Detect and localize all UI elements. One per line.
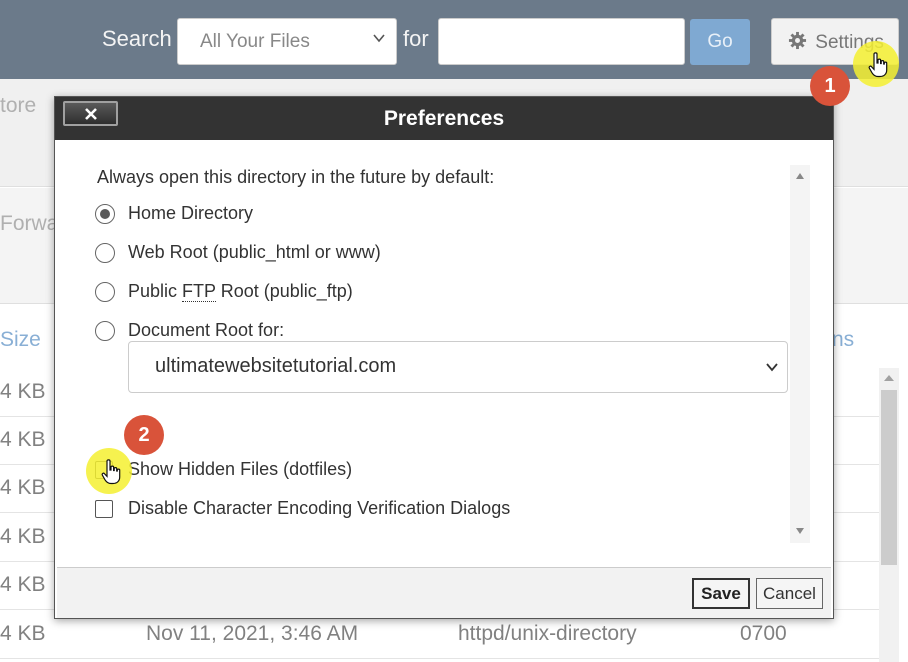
chevron-down-icon: [373, 34, 385, 43]
dialog-body: Always open this directory in the future…: [57, 141, 831, 565]
disable-encoding-dialogs-label: Disable Character Encoding Verification …: [128, 498, 511, 518]
scroll-down-arrow-icon[interactable]: [796, 528, 804, 534]
gear-icon: [788, 31, 807, 50]
show-hidden-files-label: Show Hidden Files (dotfiles): [128, 459, 353, 479]
step-2-badge: 2: [124, 415, 164, 455]
go-button[interactable]: Go: [690, 19, 750, 65]
preferences-dialog: Preferences Always open this directory i…: [54, 96, 834, 619]
search-label: Search: [102, 26, 172, 51]
cancel-button[interactable]: Cancel: [756, 578, 823, 609]
ftp-label-suffix: Root (public_ftp): [215, 281, 353, 301]
home-directory-label: Home Directory: [128, 203, 254, 223]
search-input[interactable]: [438, 18, 685, 65]
web-root-radio[interactable]: [95, 243, 115, 263]
disable-encoding-dialogs-checkbox[interactable]: [95, 500, 113, 518]
hand-cursor-icon: [868, 52, 888, 78]
public-ftp-root-radio[interactable]: [95, 282, 115, 302]
hand-cursor-icon: [101, 459, 121, 485]
document-root-label: Document Root for:: [128, 320, 285, 340]
default-directory-heading: Always open this directory in the future…: [97, 167, 495, 187]
home-directory-radio[interactable]: [95, 204, 115, 224]
search-scope-select[interactable]: All Your Files: [177, 18, 397, 65]
public-ftp-root-label: Public FTP Root (public_ftp): [128, 281, 353, 302]
save-button[interactable]: Save: [692, 578, 750, 609]
step-1-badge: 1: [810, 66, 850, 106]
for-label: for: [403, 26, 429, 51]
web-root-label: Web Root (public_html or www): [128, 242, 381, 262]
chevron-down-icon: [766, 363, 778, 372]
dialog-footer: Save Cancel: [57, 567, 831, 618]
ftp-label-prefix: Public: [128, 281, 183, 301]
ftp-abbreviation: FTP: [182, 281, 216, 302]
top-toolbar: Search All Your Files for Go Settings: [0, 0, 908, 79]
dialog-title-bar: Preferences: [55, 97, 833, 140]
document-root-domain-select[interactable]: ultimatewebsitetutorial.com: [128, 341, 788, 393]
scroll-up-arrow-icon[interactable]: [796, 173, 804, 179]
search-scope-value: All Your Files: [200, 31, 310, 52]
document-root-radio[interactable]: [95, 321, 115, 341]
document-root-domain-value: ultimatewebsitetutorial.com: [155, 355, 397, 377]
dialog-scrollbar[interactable]: [790, 165, 810, 543]
dialog-title: Preferences: [383, 107, 505, 130]
